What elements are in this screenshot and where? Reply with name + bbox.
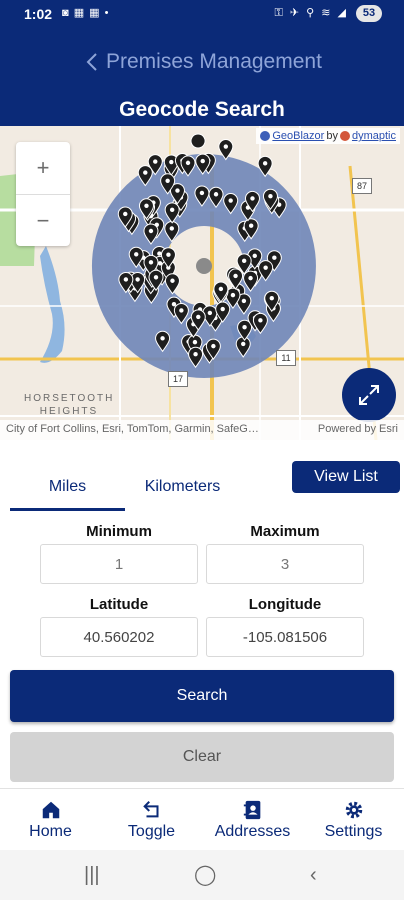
latitude-label: Latitude [89,596,149,613]
map-pin-icon[interactable] [164,202,180,224]
search-button[interactable]: Search [10,670,394,722]
geoblazor-logo-icon [260,131,271,141]
map-attribution: GeoBlazor by dymaptic [256,128,400,144]
map-credits: City of Fort Collins, Esri, TomTom, Garm… [6,423,259,435]
zoom-in-button[interactable]: + [16,142,70,194]
map-pin-icon[interactable] [235,336,251,358]
nav-settings-label: Settings [324,823,383,840]
geoblazor-link[interactable]: GeoBlazor [272,130,324,142]
tab-kilometers[interactable]: Kilometers [125,466,240,508]
nav-addresses-label: Addresses [214,823,291,840]
powered-by-esri: Powered by Esri [317,423,398,435]
place-label: HORSETOOTH HEIGHTS [24,393,115,417]
view-list-button[interactable]: View List [292,461,400,493]
highway-shield-11: 11 [276,350,296,366]
chevron-left-icon [86,53,97,71]
map-pin-icon[interactable] [208,186,224,209]
clear-button[interactable]: Clear [10,732,394,782]
map-pin-icon[interactable] [188,346,204,369]
page-title: Geocode Search [119,98,285,121]
latitude-input[interactable]: 40.560202 [40,617,198,657]
map-pin-icon[interactable] [173,302,189,325]
tab-selected-indicator [10,508,125,511]
nav-toggle-label: Toggle [127,823,176,840]
gear-icon [345,801,362,819]
map-pin-icon[interactable] [223,193,239,215]
map-pin-icon[interactable] [164,220,180,243]
nav-home[interactable]: Home [0,789,101,851]
battery-icon: 53 [356,5,382,22]
expand-icon [359,385,379,405]
highway-shield-17: 17 [168,371,188,387]
nav-home-label: Home [29,823,72,840]
highway-shield-87: 87 [352,178,372,194]
unit-tabs: Miles Kilometers [10,466,240,512]
home-circle-icon[interactable]: ◯ [194,862,216,887]
maximum-input[interactable]: 3 [206,544,364,584]
system-navigation-bar: ||| ◯ ‹ [0,850,404,900]
notification-icons: ◙ ▦ ▦ • [62,7,110,19]
map-footer: City of Fort Collins, Esri, TomTom, Garm… [0,420,404,440]
status-time: 1:02 [24,6,53,22]
attribution-by: by [326,130,338,142]
zoom-control: + − [16,142,70,246]
zoom-out-button[interactable]: − [16,194,70,246]
minimum-input[interactable]: 1 [40,544,198,584]
map-pin-icon[interactable] [137,165,153,187]
home-icon [42,801,59,819]
map-pin-icon[interactable] [155,330,171,353]
tab-miles[interactable]: Miles [10,466,125,508]
maximum-label: Maximum [250,523,320,540]
system-status-icons: ⚿ ✈ ⚲ ≋ ◢ [274,7,348,19]
map-pin-icon[interactable] [218,139,234,161]
fullscreen-button[interactable] [342,368,396,422]
minimum-label: Minimum [86,523,152,540]
back-chevron-icon[interactable]: ‹ [310,864,317,887]
back-button[interactable]: Premises Management [86,50,322,74]
map-pin-icon[interactable] [237,319,253,342]
address-book-icon [243,800,260,820]
back-button-label: Premises Management [106,50,322,73]
map-pin-icon[interactable] [243,270,259,292]
app-header: Premises Management Geocode Search [0,28,404,126]
longitude-input[interactable]: -105.081506 [206,617,364,657]
status-bar: 1:02 ◙ ▦ ▦ • ⚿ ✈ ⚲ ≋ ◢ 53 [0,0,404,28]
longitude-label: Longitude [248,596,322,613]
nav-settings[interactable]: Settings [303,789,404,851]
map-pin-icon[interactable] [143,223,159,245]
bottom-navigation: Home Toggle Addresses Settings [0,788,404,850]
dymaptic-link[interactable]: dymaptic [352,130,396,142]
toggle-arrows-icon [142,801,159,818]
dymaptic-logo-icon [339,131,350,141]
map-pin-icon[interactable] [164,273,180,295]
map-pin-icon[interactable] [194,185,210,207]
map-pin-icon[interactable] [257,155,273,178]
recent-apps-icon[interactable]: ||| [84,864,100,887]
nav-addresses[interactable]: Addresses [202,789,303,851]
nav-toggle[interactable]: Toggle [101,789,202,851]
